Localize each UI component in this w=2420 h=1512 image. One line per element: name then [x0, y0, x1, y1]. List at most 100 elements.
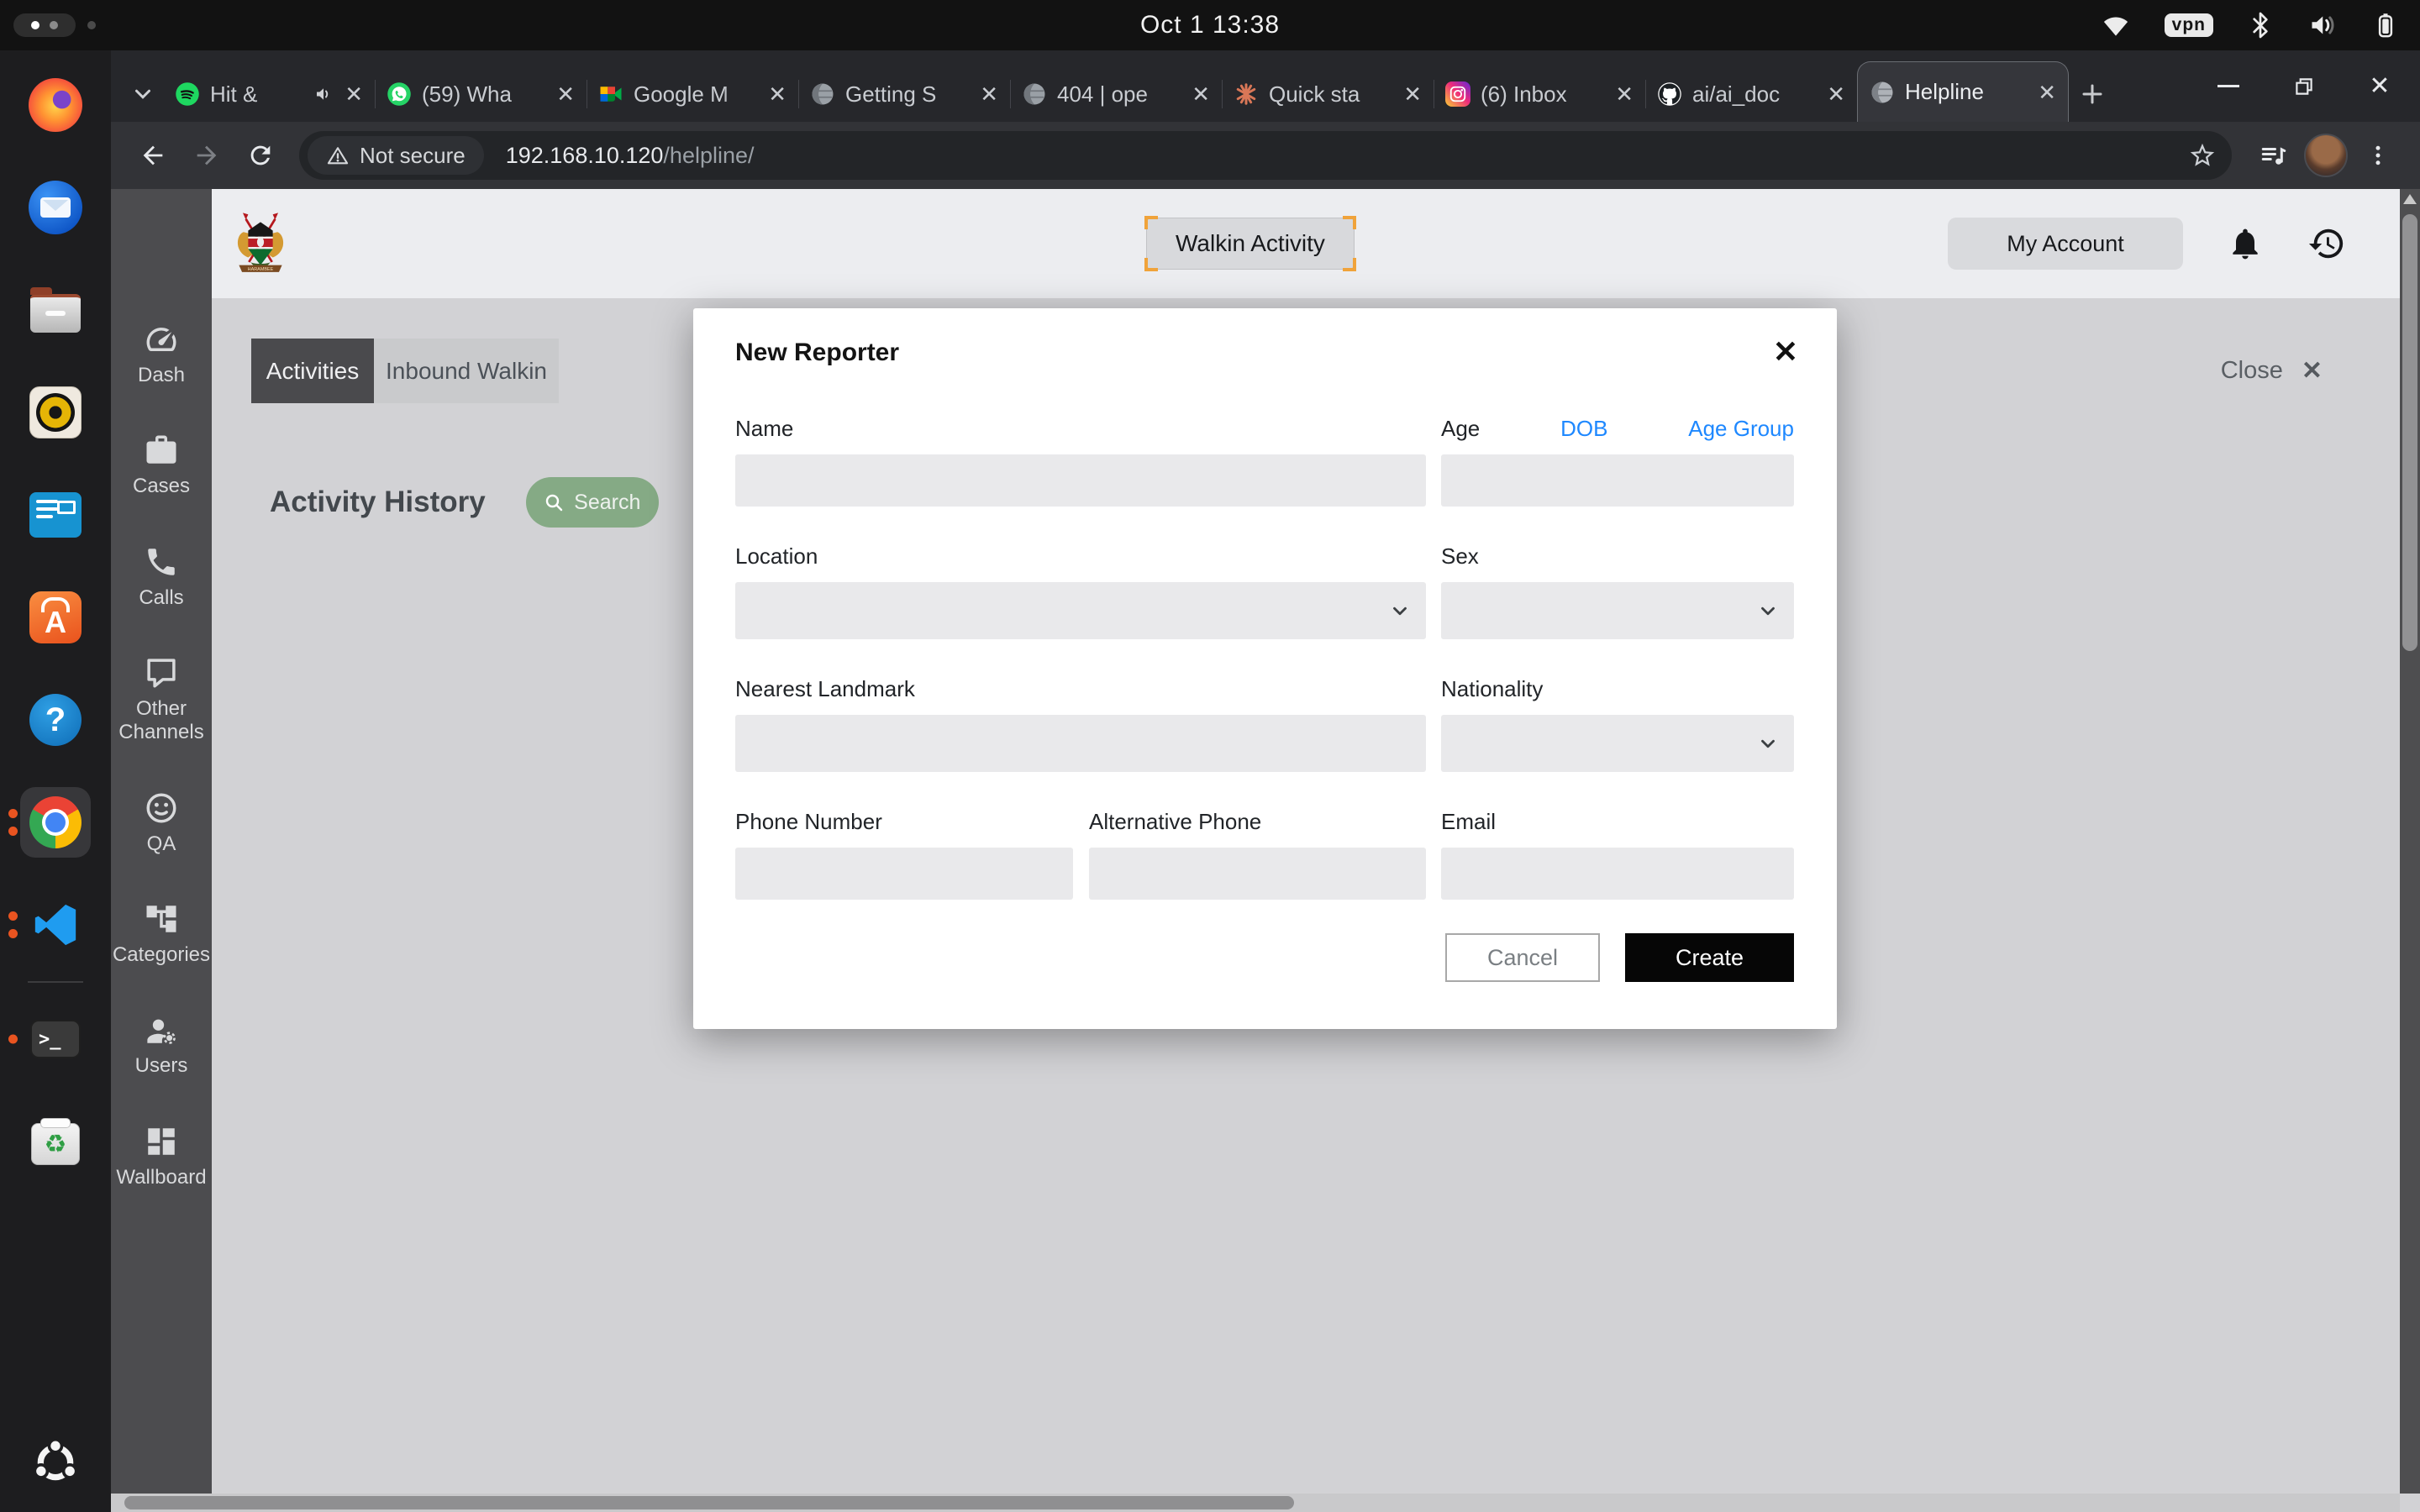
dock-impress-icon[interactable] [20, 487, 91, 543]
tab-close-icon[interactable]: ✕ [556, 83, 575, 105]
dock-show-apps-icon[interactable] [20, 1435, 91, 1490]
tab-title: ai/ai_doc [1692, 81, 1817, 108]
tab-close-icon[interactable]: ✕ [980, 83, 998, 105]
nearest-landmark-field[interactable] [735, 715, 1426, 772]
browser-tab-404[interactable]: 404 | ope ✕ [1010, 66, 1222, 122]
system-tray[interactable]: vpn [2101, 0, 2398, 50]
sidebar-item-qa[interactable]: QA [113, 790, 210, 856]
create-button[interactable]: Create [1625, 933, 1794, 982]
tab-inbound-walkin[interactable]: Inbound Walkin [374, 339, 559, 403]
close-panel-button[interactable]: Close ✕ [2221, 339, 2323, 403]
nationality-select[interactable] [1441, 715, 1794, 772]
wifi-icon [2101, 10, 2131, 40]
search-label: Search [574, 491, 640, 515]
modal-close-icon[interactable]: ✕ [1773, 337, 1798, 367]
name-field[interactable] [735, 454, 1426, 507]
email-field[interactable] [1441, 848, 1794, 900]
dock-terminal-icon[interactable]: >_ [20, 1011, 91, 1067]
browser-tab-whatsapp[interactable]: (59) Wha ✕ [375, 66, 587, 122]
not-secure-chip[interactable]: Not secure [308, 136, 484, 175]
clock[interactable]: Oct 1 13:38 [1140, 11, 1280, 39]
whatsapp-icon [387, 81, 412, 107]
tab-search-button[interactable] [123, 66, 163, 122]
browser-tab-helpline-active[interactable]: Helpline ✕ [1857, 61, 2069, 122]
cancel-button[interactable]: Cancel [1445, 933, 1600, 982]
browser-tab-google-meet[interactable]: Google M ✕ [587, 66, 798, 122]
close-window-button[interactable]: ✕ [2361, 68, 2398, 105]
workspace-indicator[interactable] [13, 13, 76, 37]
scroll-up-arrow[interactable] [2403, 194, 2417, 204]
reload-button[interactable] [237, 132, 284, 179]
restore-button[interactable] [2286, 68, 2323, 105]
sidebar-item-dash[interactable]: Dash [113, 322, 210, 387]
alternative-phone-field[interactable] [1089, 848, 1426, 900]
age-group-link[interactable]: Age Group [1688, 416, 1794, 442]
close-label: Close [2221, 357, 2283, 385]
dock-app-center-icon[interactable]: A [20, 590, 91, 645]
dock-vscode-icon[interactable] [20, 897, 91, 953]
dock-thunderbird-icon[interactable] [20, 180, 91, 235]
walkin-activity-button[interactable]: Walkin Activity [1146, 218, 1355, 270]
search-button[interactable]: Search [526, 477, 659, 528]
dock-help-icon[interactable]: ? [20, 692, 91, 748]
dock-trash-icon[interactable]: ♻ [20, 1114, 91, 1169]
url-path: /helpline/ [663, 143, 754, 168]
media-controls-icon[interactable] [2250, 132, 2297, 179]
tab-close-icon[interactable]: ✕ [1615, 83, 1634, 105]
my-account-button[interactable]: My Account [1948, 218, 2183, 270]
minimize-button[interactable] [2210, 68, 2247, 105]
horizontal-scrollbar[interactable] [111, 1494, 2400, 1512]
back-button[interactable] [129, 132, 176, 179]
tab-close-icon[interactable]: ✕ [1403, 83, 1422, 105]
url-text[interactable]: 192.168.10.120/helpline/ [506, 143, 755, 169]
sidebar-item-cases[interactable]: Cases [113, 433, 210, 498]
age-field[interactable] [1441, 454, 1794, 507]
sidebar-item-categories[interactable]: Categories [113, 901, 210, 967]
sidebar-item-users[interactable]: Users [113, 1012, 210, 1078]
window-controls: ✕ [2210, 50, 2407, 122]
vertical-scrollbar[interactable] [2400, 189, 2420, 1494]
browser-tab-github[interactable]: ai/ai_doc ✕ [1645, 66, 1857, 122]
tab-close-icon[interactable]: ✕ [768, 83, 786, 105]
dock-firefox-icon[interactable] [20, 77, 91, 133]
horizontal-scrollbar-thumb[interactable] [124, 1496, 1294, 1509]
browser-menu-icon[interactable] [2354, 132, 2402, 179]
dock-files-icon[interactable] [20, 282, 91, 338]
sidebar-item-wallboard[interactable]: Wallboard [113, 1124, 210, 1189]
dock-chrome-icon[interactable] [20, 795, 91, 850]
tab-close-icon[interactable]: ✕ [1192, 83, 1210, 105]
sidebar-item-other-channels[interactable]: Other Channels [113, 655, 210, 745]
security-label: Not secure [360, 143, 466, 169]
forward-button[interactable] [183, 132, 230, 179]
browser-tab-getting[interactable]: Getting S ✕ [798, 66, 1010, 122]
notifications-bell-icon[interactable] [2227, 225, 2264, 262]
tab-close-icon[interactable]: ✕ [1827, 83, 1845, 105]
address-bar[interactable]: Not secure 192.168.10.120/helpline/ [299, 131, 2232, 180]
phone-number-field[interactable] [735, 848, 1073, 900]
browser-tab-spotify[interactable]: Hit & ✕ [163, 66, 375, 122]
vertical-scrollbar-thumb[interactable] [2402, 214, 2417, 651]
tab-close-icon[interactable]: ✕ [2038, 81, 2056, 103]
activity-history-heading: Activity History [270, 486, 486, 519]
location-select[interactable] [735, 582, 1426, 639]
tab-activities[interactable]: Activities [251, 339, 374, 403]
volume-icon [2307, 10, 2339, 40]
new-tab-button[interactable] [2069, 66, 2116, 122]
tab-audio-icon[interactable] [314, 84, 334, 104]
tab-close-icon[interactable]: ✕ [345, 83, 363, 105]
google-meet-icon [598, 81, 623, 107]
chevron-down-icon [1757, 732, 1779, 754]
globe-icon [1870, 80, 1895, 105]
dob-link[interactable]: DOB [1560, 416, 1607, 442]
profile-avatar[interactable] [2304, 134, 2348, 177]
sex-label: Sex [1441, 543, 1794, 570]
browser-tab-quickstart[interactable]: Quick sta ✕ [1222, 66, 1434, 122]
sidebar-item-calls[interactable]: Calls [113, 544, 210, 610]
system-top-bar: Oct 1 13:38 vpn [0, 0, 2420, 50]
sex-select[interactable] [1441, 582, 1794, 639]
dock-rhythmbox-icon[interactable] [20, 385, 91, 440]
history-clock-icon[interactable] [2307, 224, 2346, 263]
workspace-dot [50, 21, 58, 29]
bookmark-star-icon[interactable] [2188, 141, 2217, 170]
browser-tab-instagram[interactable]: (6) Inbox ✕ [1434, 66, 1645, 122]
